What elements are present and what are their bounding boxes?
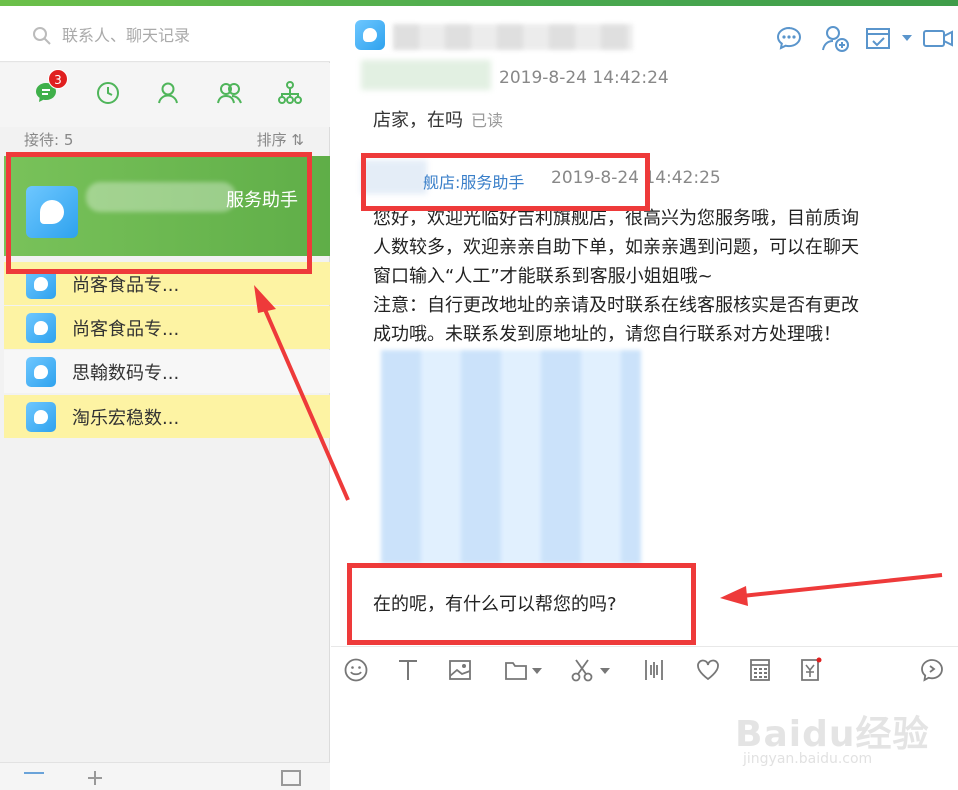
blurred-sender bbox=[361, 60, 491, 90]
conversation-name: 服务助手 bbox=[226, 190, 298, 211]
message-line: 注意：自行更改地址的亲请及时联系在线客服核实是否有更改 bbox=[373, 295, 859, 316]
input-toolbar bbox=[331, 646, 958, 690]
task-check-icon[interactable] bbox=[863, 22, 895, 54]
add-icon[interactable] bbox=[86, 769, 104, 787]
heart-icon[interactable] bbox=[693, 655, 723, 685]
blurred-sender-prefix bbox=[361, 160, 427, 194]
avatar bbox=[355, 20, 385, 50]
search-input[interactable] bbox=[62, 20, 312, 50]
voice-wave-icon[interactable] bbox=[639, 655, 669, 685]
font-icon[interactable] bbox=[393, 655, 423, 685]
menu-icon[interactable] bbox=[22, 769, 46, 787]
conversation-name: 淘乐宏稳数... bbox=[72, 408, 180, 429]
user-icon bbox=[155, 80, 181, 106]
dropdown-arrow-icon[interactable] bbox=[529, 655, 545, 685]
screenshot-scissors-icon[interactable] bbox=[567, 655, 597, 685]
dropdown-arrow-icon[interactable] bbox=[899, 22, 915, 54]
shop-bubble-icon bbox=[363, 28, 377, 42]
conversation-name: 尚客食品专... bbox=[72, 275, 180, 296]
group-icon bbox=[216, 80, 244, 106]
conversation-item[interactable]: 思翰数码专... bbox=[4, 350, 330, 393]
tab-groups[interactable] bbox=[212, 75, 248, 111]
chat-options-icon[interactable] bbox=[773, 22, 805, 54]
shop-bubble-icon bbox=[34, 321, 48, 335]
sidebar: 3 接待 bbox=[0, 6, 330, 790]
sender-name[interactable]: 舰店:服务助手 bbox=[423, 169, 524, 193]
dropdown-arrow-icon[interactable] bbox=[597, 655, 613, 685]
blurred-shop-name bbox=[86, 182, 236, 212]
tab-messages[interactable]: 3 bbox=[28, 69, 68, 111]
unread-badge: 3 bbox=[48, 69, 68, 89]
blurred-image-content bbox=[381, 350, 641, 564]
message-timestamp: 2019-8-24 14:42:24 bbox=[499, 68, 669, 88]
avatar bbox=[26, 186, 78, 238]
video-call-icon[interactable] bbox=[921, 22, 953, 54]
tab-organization[interactable] bbox=[272, 75, 308, 111]
folder-icon[interactable] bbox=[501, 655, 531, 685]
coupon-icon[interactable] bbox=[795, 655, 825, 685]
message-list: 2019-8-24 14:42:24 店家，在吗 已读 舰店:服务助手 2019-… bbox=[331, 60, 958, 644]
add-contact-icon[interactable] bbox=[819, 22, 851, 54]
blurred-chat-title bbox=[393, 24, 633, 50]
send-options-icon[interactable] bbox=[917, 655, 947, 685]
emoji-icon[interactable] bbox=[341, 655, 371, 685]
message-line: 您好，欢迎光临好吉利旗舰店，很高兴为您服务哦，目前质询 bbox=[373, 208, 859, 229]
tab-contacts[interactable] bbox=[150, 75, 186, 111]
message-line: 窗口输入“人工”才能联系到客服小姐姐哦~ bbox=[373, 266, 713, 287]
watermark-logo-text: Baidu经验 bbox=[735, 714, 930, 755]
sidebar-nav-tabs: 3 bbox=[0, 63, 330, 127]
conversation-item[interactable]: 尚客食品专... bbox=[4, 306, 330, 349]
message-line: 成功哦。未联系发到原地址的，请您自行联系对方处理哦！ bbox=[373, 324, 841, 345]
calculator-icon[interactable] bbox=[745, 655, 775, 685]
calendar-icon[interactable] bbox=[280, 769, 302, 787]
tab-recent[interactable] bbox=[90, 75, 126, 111]
conversation-item[interactable]: 淘乐宏稳数... bbox=[4, 395, 330, 438]
message-text: 在的呢，有什么可以帮您的吗? bbox=[373, 594, 617, 615]
avatar bbox=[26, 269, 56, 299]
shop-bubble-icon bbox=[40, 200, 64, 224]
read-status: 已读 bbox=[471, 111, 504, 130]
conversation-name: 尚客食品专... bbox=[72, 319, 180, 340]
sort-button[interactable]: 排序 ⇅ bbox=[257, 129, 304, 150]
conversation-active[interactable]: 服务助手 bbox=[4, 156, 330, 256]
conversation-name: 思翰数码专... bbox=[72, 363, 180, 384]
list-header: 接待: 5 排序 ⇅ bbox=[0, 127, 330, 155]
avatar bbox=[26, 402, 56, 432]
reception-count: 接待: 5 bbox=[24, 131, 74, 149]
baidu-jingyan-watermark: Baidu经验 jingyan.baidu.com bbox=[735, 705, 935, 775]
chat-panel: 2019-8-24 14:42:24 店家，在吗 已读 舰店:服务助手 2019-… bbox=[331, 6, 958, 790]
search-bar bbox=[0, 6, 330, 62]
image-icon[interactable] bbox=[445, 655, 475, 685]
message-text: 店家，在吗 已读 bbox=[373, 106, 503, 132]
search-icon bbox=[32, 26, 52, 46]
shop-bubble-icon bbox=[34, 277, 48, 291]
clock-icon bbox=[95, 80, 121, 106]
shop-bubble-icon bbox=[34, 365, 48, 379]
message-content: 店家，在吗 bbox=[373, 110, 463, 131]
conversation-item[interactable]: 尚客食品专... bbox=[4, 262, 330, 305]
auto-reply-message: 您好，欢迎光临好吉利旗舰店，很高兴为您服务哦，目前质询 人数较多，欢迎亲亲自助下… bbox=[373, 204, 923, 349]
watermark-url: jingyan.baidu.com bbox=[743, 751, 873, 767]
avatar bbox=[26, 313, 56, 343]
org-tree-icon bbox=[277, 80, 303, 106]
sidebar-footer bbox=[0, 762, 330, 790]
avatar bbox=[26, 357, 56, 387]
chat-app-window: 3 接待 bbox=[0, 0, 958, 790]
message-timestamp: 2019-8-24 14:42:25 bbox=[551, 168, 721, 188]
chat-header bbox=[331, 6, 958, 64]
shop-bubble-icon bbox=[34, 410, 48, 424]
message-line: 人数较多，欢迎亲亲自助下单，如亲亲遇到问题，可以在聊天 bbox=[373, 237, 859, 258]
